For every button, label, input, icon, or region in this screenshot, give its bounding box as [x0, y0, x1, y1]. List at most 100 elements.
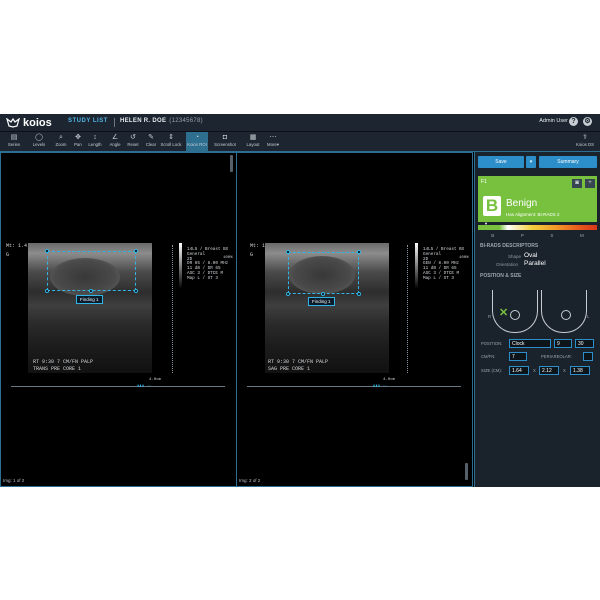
orientation-label: Orientation: [496, 262, 519, 267]
tool-more[interactable]: ⋯ More▾: [262, 132, 284, 151]
right-side-label: R: [488, 314, 492, 319]
tool-icon: ◘: [222, 134, 228, 141]
patient-id: (12345678): [169, 118, 203, 124]
roi-handle[interactable]: [286, 292, 290, 296]
tool-icon: ▦: [249, 134, 257, 141]
size-z-input[interactable]: 1.38: [570, 366, 590, 375]
grayscale-bar: [179, 243, 182, 289]
scale-pointer-icon: ▼: [484, 221, 488, 226]
scan-info: 14L5 / Breast BX General 2D GEN / 8.00 M…: [423, 247, 464, 282]
risk-scale: [478, 225, 597, 230]
info-line: Map L / ST 3: [187, 275, 218, 281]
tool-icon: ◯: [35, 134, 43, 141]
roi-handle[interactable]: [321, 292, 325, 296]
depth-marker: Mt: 1.4: [6, 243, 28, 249]
roi-handle[interactable]: [357, 292, 361, 296]
tool-koios-roi[interactable]: ◔ Koios ROI: [186, 132, 208, 151]
tool-label: Clear: [145, 142, 157, 147]
left-nipple-marker: [561, 310, 571, 320]
scale-letter: S: [550, 233, 554, 238]
tool-label: Layout: [246, 142, 260, 147]
koios-logo[interactable]: koios: [6, 116, 52, 129]
viewport-2[interactable]: Mt: 1.0 G RT 9:30 7 CM/FN PALP SAG PRE C…: [236, 152, 473, 487]
help-icon[interactable]: ?: [569, 117, 578, 126]
shape-value: Oval: [524, 252, 538, 259]
right-nipple-marker: [510, 310, 520, 320]
study-list-link[interactable]: STUDY LIST: [68, 118, 108, 124]
tool-label: Series: [7, 142, 21, 147]
user-menu[interactable]: Admin User: [539, 118, 568, 124]
add-finding-icon[interactable]: +: [585, 179, 595, 188]
viewport-1[interactable]: Mt: 1.4 G RT 9:30 7 CM/FN PALP TRANS PRE…: [0, 152, 237, 487]
app-window: koios STUDY LIST HELEN R. DOE (12345678) …: [0, 114, 600, 487]
findings-sidebar: Save ▾ Summary F1 ◙ + B Benign Has Align…: [474, 152, 600, 487]
lesion-location-marker-icon[interactable]: ✕: [499, 306, 508, 319]
roi-handle[interactable]: [134, 249, 138, 253]
tool-icon: ⋯: [269, 134, 277, 141]
image-counter: Img: 1 of 2: [3, 478, 25, 483]
tool-levels[interactable]: ◯ Levels: [28, 132, 50, 151]
roi-handle[interactable]: [134, 289, 138, 293]
tool-layout[interactable]: ▦ Layout: [242, 132, 264, 151]
periareolar-label: PERIAREOLAR:: [541, 354, 572, 359]
roi-box[interactable]: [286, 250, 361, 296]
koios-ds-label: Koios DS: [576, 142, 594, 147]
tool-label: Koios ROI: [187, 142, 207, 147]
viewport-scrollbar[interactable]: [465, 463, 468, 480]
roi-handle[interactable]: [89, 289, 93, 293]
roi-box[interactable]: [45, 249, 138, 293]
shape-label: Shape: [508, 254, 522, 259]
periareolar-checkbox[interactable]: [583, 352, 593, 361]
tool-icon: ▤: [10, 134, 18, 141]
size-y-input[interactable]: 2.12: [539, 366, 559, 375]
info-line: Map L / ST 3: [423, 275, 454, 281]
roi-handle[interactable]: [45, 249, 49, 253]
roi-handle[interactable]: [357, 250, 361, 254]
roi-handle[interactable]: [45, 289, 49, 293]
gear-icon[interactable]: ⚙: [583, 117, 592, 126]
save-button[interactable]: Save: [478, 156, 524, 168]
scale-letter: P: [520, 233, 524, 238]
finding-label[interactable]: Finding 1: [76, 295, 103, 304]
finding-tab[interactable]: F1: [481, 179, 487, 185]
scale-letters: B P S M: [478, 233, 597, 238]
position-select[interactable]: Clock: [509, 339, 551, 348]
size-label: SIZE (CM):: [481, 368, 502, 373]
size-separator: X: [533, 368, 536, 373]
tool-clear[interactable]: ✎ Clear: [140, 132, 162, 151]
tool-label: Scroll Lock: [160, 142, 182, 147]
save-dropdown-icon[interactable]: ▾: [526, 156, 536, 168]
tool-series[interactable]: ▤ Series: [3, 132, 25, 151]
viewport-scrollbar[interactable]: [230, 155, 233, 172]
tool-scroll-lock[interactable]: ⇕ Scroll Lock: [160, 132, 182, 151]
koios-ds-icon: ⚕: [583, 134, 587, 141]
percent-label: 100%: [223, 256, 233, 260]
image-annotation-2: SAG PRE CORE 1: [268, 366, 311, 372]
scan-info: 14L5 / Breast BX General 2D DR 65 / 8.00…: [187, 247, 228, 282]
tool-icon: ↕: [93, 134, 97, 141]
patient-name: HELEN R. DOE: [120, 118, 167, 124]
summary-button[interactable]: Summary: [539, 156, 597, 168]
grayscale-bar: [415, 243, 418, 289]
tool-length[interactable]: ↕ Length: [84, 132, 106, 151]
result-label: Benign: [506, 198, 538, 209]
tool-screenshot[interactable]: ◘ Screenshot: [214, 132, 236, 151]
toolbar: ⚕ Koios DS ▤ Series ◯ Levels ⌕ Zoom ✥ Pan ↕ Lengt…: [0, 132, 600, 152]
tool-label: Levels: [32, 142, 46, 147]
clock-hour-select[interactable]: 9: [554, 339, 572, 348]
orientation-value: Parallel: [524, 260, 546, 267]
position-label: POSITION:: [481, 341, 503, 346]
scale-label: 4.0cm: [149, 378, 162, 382]
cmfn-input[interactable]: 7: [509, 352, 527, 361]
tool-icon: ◔: [194, 134, 200, 141]
horizontal-scale: [11, 386, 225, 387]
tool-icon: ⇕: [168, 134, 174, 141]
roi-handle[interactable]: [286, 250, 290, 254]
koios-ds-button[interactable]: ⚕ Koios DS: [572, 132, 598, 151]
left-side-label: L: [587, 314, 590, 319]
finding-label[interactable]: Finding 1: [308, 297, 335, 306]
tool-label: Length: [88, 142, 102, 147]
size-x-input[interactable]: 1.64: [509, 366, 529, 375]
clock-minute-select[interactable]: 30: [575, 339, 594, 348]
screenshot-icon[interactable]: ◙: [572, 179, 582, 188]
